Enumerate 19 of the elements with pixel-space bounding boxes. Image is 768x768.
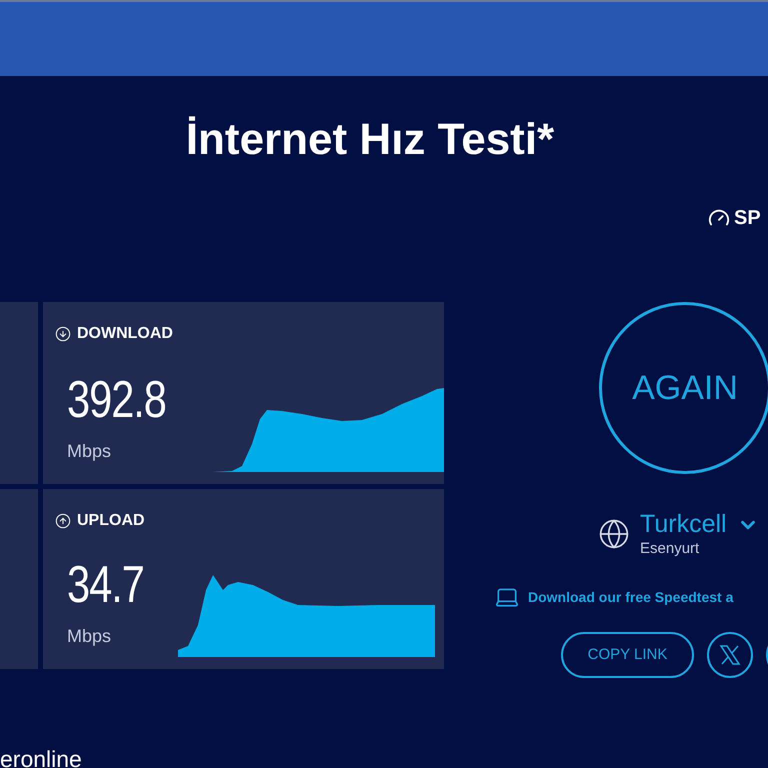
provider-name: Turkcell (640, 512, 727, 537)
app-download-link[interactable]: Download our free Speedtest a (528, 590, 734, 604)
footer-text: eronline (0, 746, 82, 768)
result-unit: Mbps (67, 442, 112, 460)
copy-link-button[interactable]: COPY LINK (561, 632, 694, 678)
page-title: İnternet Hız Testi* (186, 118, 554, 166)
result-value: 392.8 (67, 374, 167, 426)
provider-location: Esenyurt (640, 541, 700, 556)
result-value: 34.7 (67, 559, 145, 611)
x-logo-icon (719, 644, 741, 666)
arrow-down-icon (55, 326, 71, 342)
globe-icon (598, 518, 630, 550)
x-share-button[interactable] (707, 632, 753, 678)
result-unit: Mbps (67, 627, 112, 645)
result-label: DOWNLOAD (77, 326, 173, 342)
again-button[interactable]: AGAIN (599, 302, 768, 474)
brand-text: SP (734, 208, 761, 228)
arrow-up-icon (55, 513, 71, 529)
result-label: UPLOAD (77, 513, 145, 529)
